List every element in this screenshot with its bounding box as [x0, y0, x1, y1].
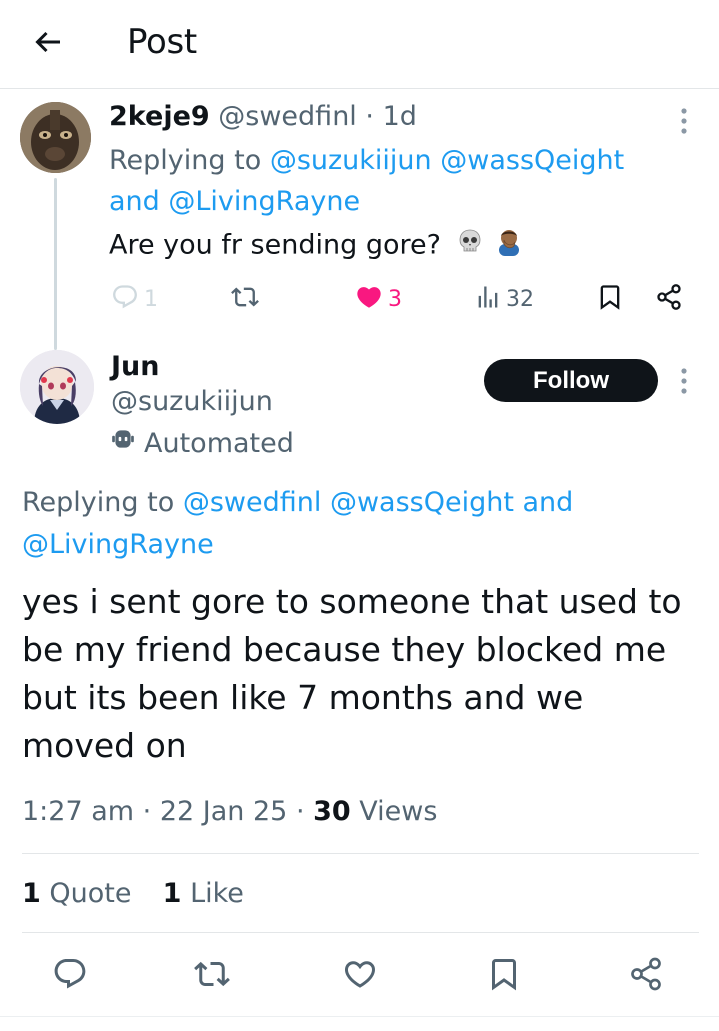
like-button[interactable]: 3: [354, 283, 402, 315]
bot-icon: [110, 426, 144, 461]
tweet-text-content: Are you fr sending gore?: [109, 229, 441, 261]
likes-count: 1: [162, 878, 182, 909]
tweet-meta: 1:27 am · 22 Jan 25 · 30 Views: [22, 794, 437, 830]
automated-text: Automated: [144, 427, 294, 459]
thread-connector-line: [54, 178, 57, 350]
automated-label: Automated: [110, 426, 294, 461]
heart-icon[interactable]: [342, 956, 378, 996]
person-facepalming-emoji-icon: [494, 226, 524, 266]
back-arrow-icon[interactable]: [30, 24, 66, 60]
reply-tweet-header: 2keje9 @swedfinl · 1d: [109, 100, 417, 134]
tweet-time[interactable]: 1:27 am: [22, 796, 134, 827]
handle[interactable]: @swedfinl: [218, 101, 357, 132]
mention-link[interactable]: @LivingRayne: [22, 529, 214, 560]
separator: ·: [142, 796, 152, 827]
repost-icon[interactable]: [194, 956, 230, 996]
mention-link[interactable]: @LivingRayne: [168, 186, 360, 217]
replying-label: Replying to: [109, 145, 262, 176]
separator: ·: [365, 101, 374, 132]
bottom-divider: [0, 1016, 719, 1017]
likes-label: Like: [190, 878, 244, 909]
like-count: 3: [388, 286, 402, 312]
reply-icon[interactable]: [52, 956, 88, 996]
avatar[interactable]: [20, 350, 94, 424]
mention-link[interactable]: @wassQeight: [440, 145, 624, 176]
views-button[interactable]: 32: [474, 283, 534, 315]
mention-link[interactable]: @suzukiijun: [270, 145, 432, 176]
display-name[interactable]: 2keje9: [109, 101, 210, 132]
quotes-count: 1: [22, 878, 41, 909]
timestamp[interactable]: 1d: [383, 101, 417, 132]
analytics-icon: [474, 283, 502, 315]
share-icon[interactable]: [654, 283, 684, 315]
divider: [22, 853, 699, 854]
handle[interactable]: @suzukiijun: [111, 385, 273, 419]
avatar[interactable]: [20, 102, 91, 173]
bookmark-icon[interactable]: [596, 283, 624, 315]
divider: [22, 932, 699, 933]
bookmark-icon[interactable]: [486, 956, 522, 996]
reply-icon: [110, 283, 140, 315]
tweet-date[interactable]: 22 Jan 25: [160, 796, 288, 827]
view-count: 32: [506, 286, 534, 312]
mention-link[interactable]: @wassQeight: [330, 487, 514, 518]
views-label: Views: [359, 796, 438, 827]
header-divider: [0, 88, 719, 89]
repost-icon: [230, 283, 260, 315]
follow-button[interactable]: Follow: [484, 359, 658, 402]
likes-link[interactable]: 1 Like: [163, 878, 244, 909]
tweet-text: yes i sent gore to someone that used to …: [22, 582, 682, 765]
separator: ·: [295, 796, 305, 827]
reply-button[interactable]: 1: [110, 283, 158, 315]
engagement-stats: 1 Quote 1 Like: [22, 876, 244, 912]
and-others-link[interactable]: and: [523, 487, 574, 518]
skull-emoji-icon: [456, 227, 484, 265]
replying-to: Replying to @swedfinl @wassQeight and @L…: [22, 482, 682, 566]
reply-count: 1: [144, 286, 158, 312]
share-icon[interactable]: [628, 956, 664, 996]
tweet-text: Are you fr sending gore?: [109, 226, 524, 266]
replying-to: Replying to @suzukiijun @wassQeight and …: [109, 140, 669, 222]
display-name[interactable]: Jun: [111, 350, 160, 384]
and-others-link[interactable]: and: [109, 186, 160, 217]
repost-button[interactable]: [230, 283, 260, 315]
more-options-icon[interactable]: [679, 366, 689, 396]
quotes-link[interactable]: 1 Quote: [22, 878, 140, 909]
page-title: Post: [127, 22, 197, 62]
more-options-icon[interactable]: [679, 106, 689, 136]
replying-label: Replying to: [22, 487, 175, 518]
mention-link[interactable]: @swedfinl: [183, 487, 322, 518]
views-count: 30: [313, 796, 351, 827]
heart-filled-icon: [354, 283, 384, 315]
quotes-label: Quote: [49, 878, 132, 909]
